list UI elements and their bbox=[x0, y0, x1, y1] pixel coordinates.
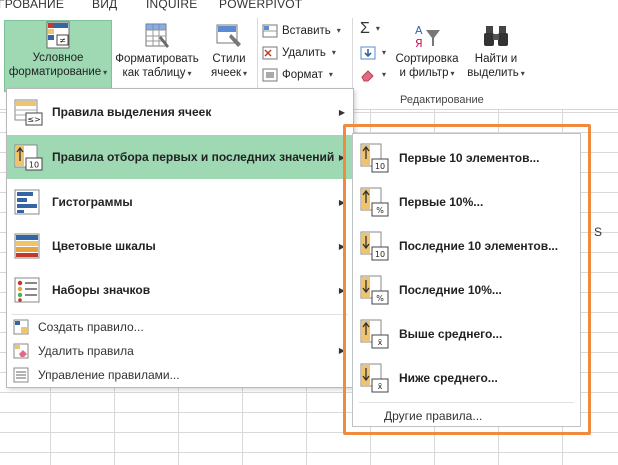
svg-text:Я: Я bbox=[415, 37, 423, 50]
format-table-label-1: Форматировать bbox=[115, 53, 199, 65]
insert-cells-icon bbox=[262, 24, 278, 38]
menu-item-top-bottom-rules[interactable]: 10 Правила отбора первых и последних зна… bbox=[7, 135, 353, 179]
conditional-formatting-icon: ≠ bbox=[46, 21, 70, 49]
new-rule-icon bbox=[13, 319, 29, 335]
svg-text:≠: ≠ bbox=[59, 36, 66, 45]
menu-label: Правила отбора первых и последних значен… bbox=[52, 150, 335, 164]
top-bottom-rules-icon: 10 bbox=[14, 144, 43, 171]
data-bars-icon bbox=[14, 189, 40, 215]
format-as-table-button[interactable]: Форматировать как таблицу ▾ bbox=[114, 22, 200, 81]
submenu-arrow-icon: ▶ bbox=[338, 107, 345, 117]
color-scales-icon bbox=[14, 233, 40, 259]
menu-item-highlight-cells-rules[interactable]: ≤> Правила выделения ячеек ▶ bbox=[7, 90, 353, 134]
sigma-icon: Σ bbox=[360, 20, 370, 37]
format-cells-button[interactable]: Формат ▾ bbox=[262, 66, 333, 84]
insert-cells-button[interactable]: Вставить ▾ bbox=[262, 22, 341, 40]
eraser-icon bbox=[361, 70, 374, 82]
sort-filter-label-1: Сортировка bbox=[395, 53, 459, 65]
menu-label: Управление правилами... bbox=[38, 367, 180, 382]
conditional-formatting-menu: ≤> Правила выделения ячеек ▶ 10 Правила … bbox=[6, 88, 354, 388]
cell-styles-button[interactable]: Стили ячеек ▾ bbox=[204, 22, 254, 81]
find-select-button[interactable]: Найти и выделить ▾ bbox=[464, 22, 528, 81]
format-as-table-icon bbox=[145, 23, 169, 48]
tab-inquire[interactable]: INQUIRE bbox=[146, 0, 197, 11]
cond-format-label-1: Условное bbox=[32, 52, 84, 64]
manage-rules-icon bbox=[13, 367, 29, 383]
ribbon-tabs: ГРОВАНИЕ ВИД INQUIRE POWERPIVOT bbox=[0, 0, 618, 14]
autosum-button[interactable]: Σ ▾ bbox=[360, 20, 380, 38]
tab-powerpivot[interactable]: POWERPIVOT bbox=[219, 0, 302, 11]
column-header-s: S bbox=[594, 225, 603, 239]
icon-sets-icon bbox=[14, 277, 40, 303]
fill-down-icon bbox=[360, 46, 376, 60]
menu-item-color-scales[interactable]: Цветовые шкалы ▶ bbox=[7, 224, 353, 268]
tab-view[interactable]: ВИД bbox=[92, 0, 117, 11]
cond-format-label-2: форматирование ▾ bbox=[8, 66, 108, 78]
callout-highlight-box bbox=[343, 124, 591, 435]
find-select-label-2: выделить ▾ bbox=[467, 67, 525, 79]
conditional-formatting-button[interactable]: ≠ Условное форматирование ▾ bbox=[4, 20, 112, 92]
delete-cells-icon bbox=[262, 46, 278, 60]
cell-styles-icon bbox=[216, 24, 241, 47]
tab-review[interactable]: ГРОВАНИЕ bbox=[0, 0, 64, 11]
menu-item-new-rule[interactable]: Создать правило... bbox=[7, 315, 353, 338]
format-cells-icon bbox=[262, 68, 278, 82]
binoculars-icon bbox=[484, 26, 508, 46]
cell-styles-label-2: ячеек ▾ bbox=[210, 67, 248, 79]
menu-label: Создать правило... bbox=[38, 319, 144, 334]
svg-text:≤>: ≤> bbox=[27, 115, 40, 124]
format-table-label-2: как таблицу ▾ bbox=[122, 67, 192, 79]
menu-item-manage-rules[interactable]: Управление правилами... bbox=[7, 363, 353, 386]
clear-button[interactable]: ▾ bbox=[360, 66, 386, 84]
fill-button[interactable]: ▾ bbox=[360, 44, 386, 62]
menu-label: Правила выделения ячеек bbox=[52, 105, 212, 119]
highlight-cells-rules-icon: ≤> bbox=[14, 99, 43, 126]
editing-group-label: Редактирование bbox=[400, 94, 484, 106]
menu-item-clear-rules[interactable]: Удалить правила ▶ bbox=[7, 339, 353, 362]
delete-cells-button[interactable]: Удалить ▾ bbox=[262, 44, 336, 62]
svg-text:A: A bbox=[415, 24, 423, 37]
menu-label: Цветовые шкалы bbox=[52, 239, 156, 253]
sort-filter-button[interactable]: A Я Сортировка и фильтр ▾ bbox=[392, 22, 462, 81]
sort-filter-icon: A Я bbox=[415, 24, 440, 50]
clear-rules-icon bbox=[13, 343, 29, 359]
menu-label: Гистограммы bbox=[52, 195, 133, 209]
menu-label: Наборы значков bbox=[52, 283, 151, 297]
sort-filter-label-2: и фильтр ▾ bbox=[399, 67, 455, 79]
svg-text:10: 10 bbox=[29, 161, 39, 170]
menu-item-data-bars[interactable]: Гистограммы ▶ bbox=[7, 180, 353, 224]
menu-item-icon-sets[interactable]: Наборы значков ▶ bbox=[7, 268, 353, 312]
cell-styles-label-1: Стили bbox=[212, 53, 246, 65]
find-select-label-1: Найти и bbox=[474, 53, 518, 65]
menu-label: Удалить правила bbox=[38, 343, 134, 358]
